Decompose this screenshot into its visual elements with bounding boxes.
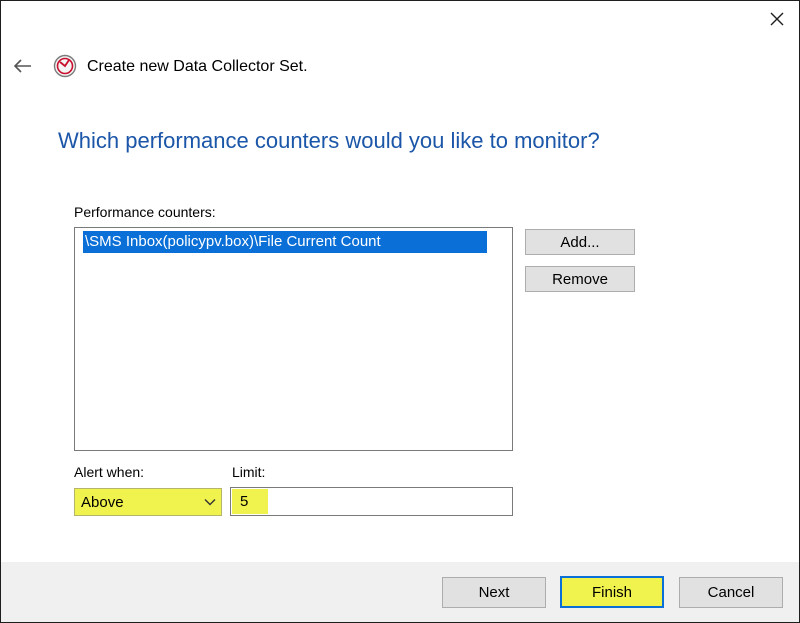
performance-counters-label: Performance counters: [74, 204, 216, 220]
cancel-button[interactable]: Cancel [679, 577, 783, 608]
limit-value: 5 [232, 489, 268, 514]
dialog-window: Create new Data Collector Set. Which per… [0, 0, 800, 623]
window-title: Create new Data Collector Set. [87, 58, 308, 75]
limit-label: Limit: [232, 464, 266, 480]
performance-counters-list[interactable]: \SMS Inbox(policypv.box)\File Current Co… [74, 227, 513, 451]
alert-when-value: Above [81, 493, 124, 511]
page-heading: Which performance counters would you lik… [58, 128, 600, 153]
performance-monitor-icon [53, 54, 77, 78]
close-button[interactable] [757, 1, 797, 37]
chevron-down-icon [204, 499, 216, 506]
finish-button[interactable]: Finish [560, 576, 664, 608]
list-item-selected[interactable]: \SMS Inbox(policypv.box)\File Current Co… [83, 231, 487, 253]
limit-input[interactable]: 5 [230, 487, 513, 516]
add-counter-button[interactable]: Add... [525, 229, 635, 255]
close-icon [770, 12, 784, 26]
next-button[interactable]: Next [442, 577, 546, 608]
alert-when-label: Alert when: [74, 464, 145, 480]
remove-counter-button[interactable]: Remove [525, 266, 635, 292]
alert-when-select[interactable]: Above [74, 488, 222, 516]
back-arrow-icon [13, 59, 31, 73]
back-button[interactable] [9, 53, 35, 79]
